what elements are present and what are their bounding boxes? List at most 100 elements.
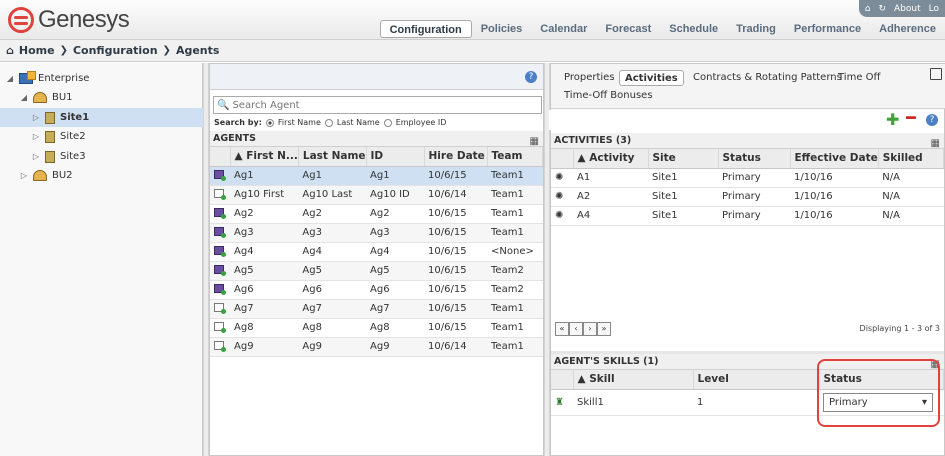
about-link[interactable]: About [894, 4, 921, 14]
nav-adherence[interactable]: Adherence [870, 20, 945, 38]
tab-activities[interactable]: Activities [619, 70, 684, 86]
collapsed-triangle-icon[interactable]: ▷ [32, 113, 40, 122]
col-activity[interactable]: ▲ Activity [573, 149, 649, 169]
nav-configuration[interactable]: Configuration [379, 20, 472, 38]
home-breadcrumb-icon[interactable]: ⌂ [6, 44, 14, 57]
refresh-icon[interactable]: ↻ [878, 4, 886, 14]
site-icon [45, 130, 55, 143]
add-icon[interactable]: ✚ [886, 110, 899, 129]
column-menu-icon[interactable]: ▦ [530, 134, 539, 150]
tree-item-site1[interactable]: ▷ Site1 [0, 108, 203, 127]
search-by-label: Search by: [214, 118, 262, 127]
table-row[interactable]: ✺ A2 Site1 Primary 1/10/16 N/A [551, 187, 944, 207]
table-cell: 10/6/15 [424, 261, 488, 281]
search-agent-input[interactable] [232, 99, 533, 111]
tree-item-site3[interactable]: ▷ Site3 [0, 147, 203, 166]
home-icon[interactable]: ⌂ [865, 4, 871, 14]
table-row[interactable]: ♜ Skill1 1 Primary ▾ [551, 389, 944, 416]
table-cell: 10/6/15 [424, 299, 488, 319]
col-skill-status[interactable]: Status [819, 370, 944, 390]
table-row[interactable]: Ag9 Ag9 Ag9 10/6/14 Team1 [210, 337, 543, 357]
nav-policies[interactable]: Policies [472, 20, 532, 38]
table-cell: Ag2 [366, 204, 425, 224]
top-bar: Genesys ⌂ ↻ About Lo Configuration Polic… [0, 0, 945, 40]
collapsed-triangle-icon[interactable]: ▷ [32, 132, 40, 141]
activities-toolbar: ✚ ━ ? [549, 108, 944, 130]
activity-icon-cell: ✺ [551, 168, 573, 188]
table-row[interactable]: Ag3 Ag3 Ag3 10/6/15 Team1 [210, 223, 543, 243]
skills-section-header: AGENT'S SKILLS (1) ▦ [551, 354, 944, 370]
column-menu-icon[interactable]: ▦ [931, 136, 940, 152]
nav-trading[interactable]: Trading [727, 20, 785, 38]
table-row[interactable]: Ag7 Ag7 Ag7 10/6/15 Team1 [210, 299, 543, 319]
agents-panel-title-bar: ? [210, 64, 543, 90]
nav-calendar[interactable]: Calendar [531, 20, 596, 38]
table-row[interactable]: ✺ A1 Site1 Primary 1/10/16 N/A [551, 168, 944, 188]
chevron-down-icon: ▾ [921, 396, 927, 408]
tree-item-site2[interactable]: ▷ Site2 [0, 127, 203, 146]
col-status[interactable]: Status [718, 149, 791, 169]
column-menu-icon[interactable]: ▦ [931, 357, 940, 373]
table-row[interactable]: Ag6 Ag6 Ag6 10/6/15 Team2 [210, 280, 543, 300]
expand-triangle-icon[interactable]: ◢ [6, 74, 14, 83]
radio-first-name[interactable] [265, 118, 274, 127]
table-cell: Team1 [487, 318, 543, 338]
table-row[interactable]: Ag2 Ag2 Ag2 10/6/15 Team1 [210, 204, 543, 224]
tab-time-off[interactable]: Time Off [833, 70, 885, 86]
table-cell: N/A [878, 206, 944, 226]
collapsed-triangle-icon[interactable]: ▷ [32, 152, 40, 161]
nav-schedule[interactable]: Schedule [660, 20, 727, 38]
table-row[interactable]: Ag4 Ag4 Ag4 10/6/15 <None> [210, 242, 543, 262]
nav-forecast[interactable]: Forecast [596, 20, 660, 38]
table-cell: 10/6/15 [424, 223, 488, 243]
tab-contracts-rotating-patterns[interactable]: Contracts & Rotating Patterns [688, 70, 847, 86]
col-skill[interactable]: ▲ Skill [573, 370, 694, 390]
save-icon[interactable] [930, 68, 942, 80]
prev-page-button[interactable]: ‹ [569, 322, 583, 336]
breadcrumb-home[interactable]: Home [19, 44, 55, 57]
table-cell: Primary [718, 206, 790, 226]
nav-performance[interactable]: Performance [785, 20, 870, 38]
col-level[interactable]: Level [693, 370, 820, 390]
col-last-name[interactable]: Last Name [298, 147, 367, 167]
tree-label: BU2 [52, 170, 73, 181]
tab-properties[interactable]: Properties [559, 70, 620, 86]
tree-item-enterprise[interactable]: ◢ Enterprise [0, 69, 203, 88]
help-icon[interactable]: ? [525, 71, 537, 83]
last-page-button[interactable]: » [597, 322, 611, 336]
help-icon[interactable]: ? [926, 114, 938, 126]
table-cell: Ag7 [230, 299, 299, 319]
table-row[interactable]: Ag8 Ag8 Ag8 10/6/15 Team1 [210, 318, 543, 338]
logout-link[interactable]: Lo [929, 4, 939, 14]
expand-triangle-icon[interactable]: ◢ [20, 93, 28, 102]
table-cell: Team1 [487, 166, 543, 186]
next-page-button[interactable]: › [583, 322, 597, 336]
col-id[interactable]: ID [366, 147, 425, 167]
breadcrumb-configuration[interactable]: Configuration [73, 44, 158, 57]
tree-item-bu1[interactable]: ◢ BU1 [0, 88, 203, 107]
table-row[interactable]: Ag5 Ag5 Ag5 10/6/15 Team2 [210, 261, 543, 281]
remove-icon[interactable]: ━ [906, 108, 916, 127]
col-hire-date[interactable]: Hire Date [424, 147, 488, 167]
table-cell: Ag8 [366, 318, 425, 338]
agent-icon [214, 188, 226, 200]
agent-icon [214, 283, 226, 295]
table-row[interactable]: ✺ A4 Site1 Primary 1/10/16 N/A [551, 206, 944, 226]
table-row[interactable]: Ag1 Ag1 Ag1 10/6/15 Team1 [210, 166, 543, 186]
tab-time-off-bonuses[interactable]: Time-Off Bonuses [559, 88, 658, 104]
radio-employee-id[interactable] [383, 118, 392, 127]
skill-status-dropdown[interactable]: Primary ▾ [823, 392, 933, 412]
col-first-name[interactable]: ▲ First N... [230, 147, 299, 167]
table-row[interactable]: Ag10 First Ag10 Last Ag10 ID 10/6/14 Team1 [210, 185, 543, 205]
search-agent-box[interactable]: 🔍 [213, 96, 542, 114]
col-effective-date[interactable]: Effective Date [790, 149, 879, 169]
table-cell: Ag3 [366, 223, 425, 243]
col-site[interactable]: Site [648, 149, 719, 169]
table-cell: Ag1 [298, 166, 367, 186]
breadcrumb-agents: Agents [175, 44, 220, 57]
radio-last-name[interactable] [324, 118, 333, 127]
chevron-right-icon: ❯ [59, 45, 68, 56]
first-page-button[interactable]: « [555, 322, 569, 336]
tree-item-bu2[interactable]: ▷ BU2 [0, 166, 203, 185]
collapsed-triangle-icon[interactable]: ▷ [20, 171, 28, 180]
